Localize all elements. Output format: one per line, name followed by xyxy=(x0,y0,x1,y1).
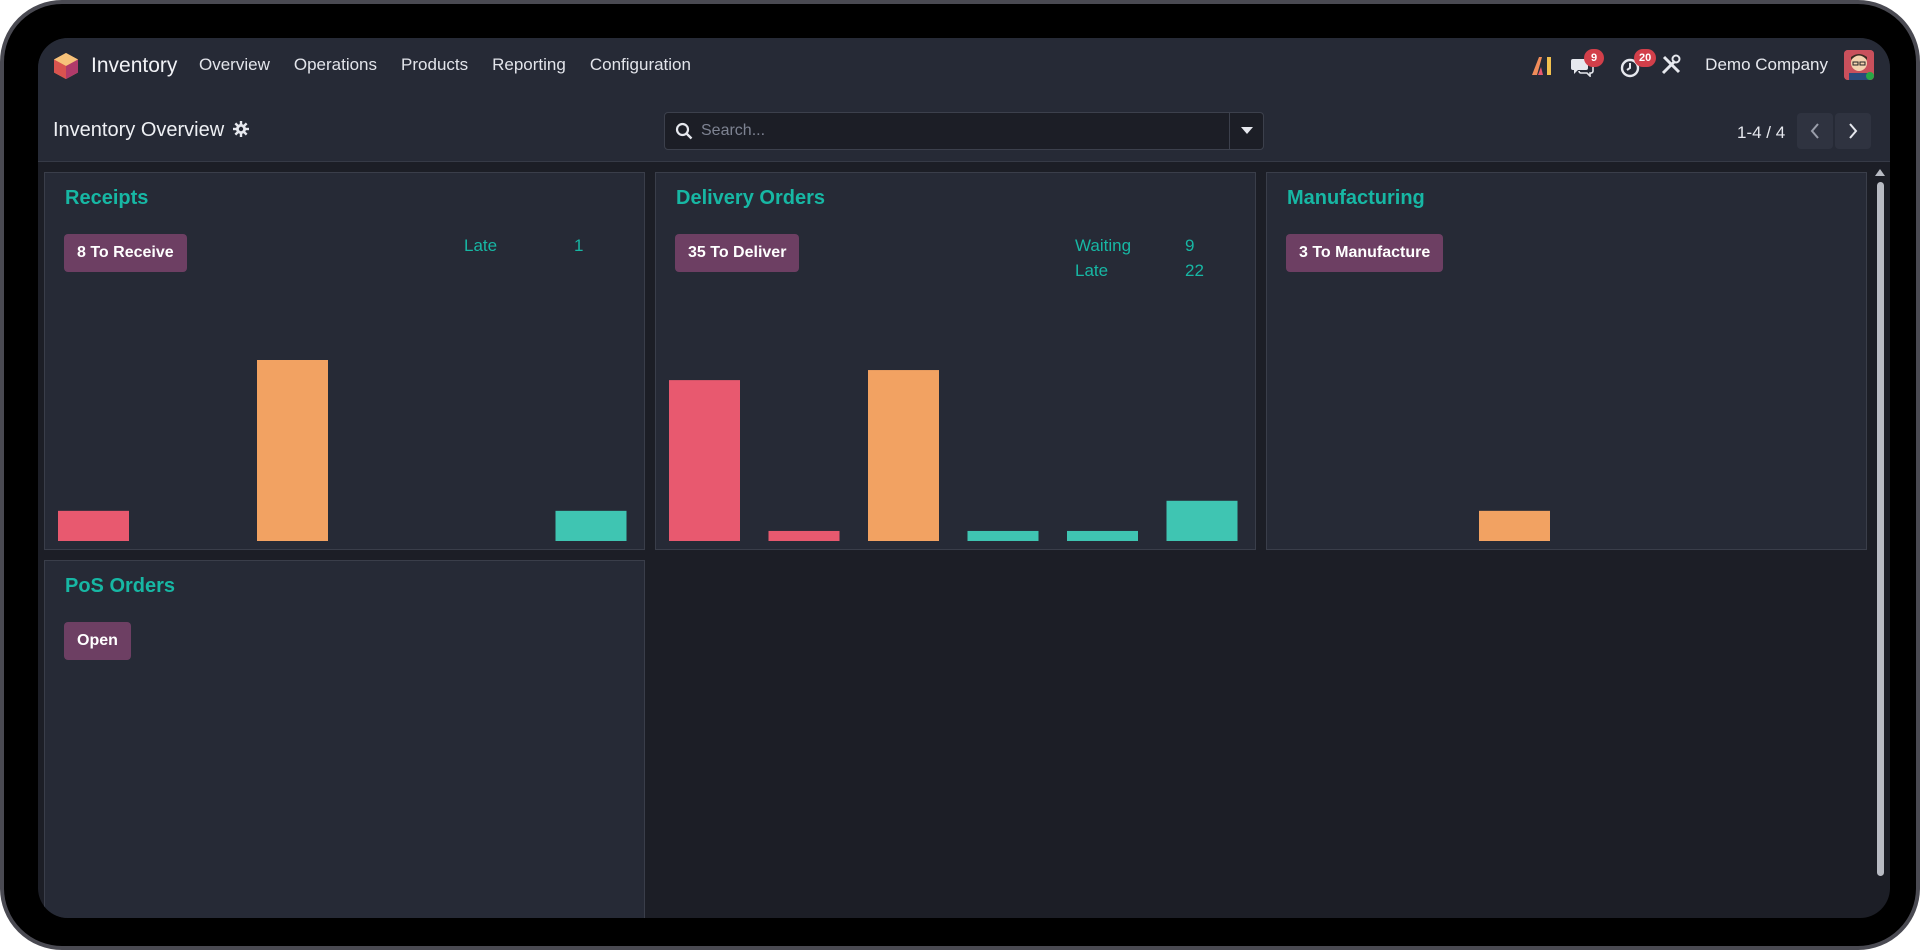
page-title: Inventory Overview xyxy=(53,119,225,141)
graph-bar[interactable] xyxy=(1479,510,1550,541)
activities-button[interactable]: 20 xyxy=(1620,49,1657,84)
graph-bar[interactable] xyxy=(768,530,840,541)
gear-icon[interactable] xyxy=(233,121,249,137)
scrollbar-thumb[interactable] xyxy=(1877,182,1884,876)
pager-previous-button[interactable] xyxy=(1797,113,1833,149)
graph-bar[interactable] xyxy=(555,510,627,541)
menu-reporting[interactable]: Reporting xyxy=(492,55,566,75)
top-menu: Overview Operations Products Reporting C… xyxy=(199,55,715,75)
manufacturing-graph[interactable] xyxy=(1267,173,1868,551)
card-title[interactable]: PoS Orders xyxy=(65,575,175,598)
open-session-button[interactable]: Open xyxy=(64,622,131,660)
activities-badge: 20 xyxy=(1634,49,1657,67)
pager-next-button[interactable] xyxy=(1835,113,1871,149)
main-navbar: Inventory Overview Operations Products R… xyxy=(38,38,1890,98)
card-delivery-orders[interactable]: Delivery Orders 35 To Deliver Waiting 9 … xyxy=(655,172,1256,550)
scrollbar[interactable] xyxy=(1874,166,1886,918)
pager-value[interactable]: 1-4 / 4 xyxy=(1737,123,1785,143)
caret-down-icon xyxy=(1240,127,1253,134)
card-receipts[interactable]: Receipts 8 To Receive Late 1 xyxy=(44,172,645,550)
inventory-app-icon[interactable] xyxy=(53,52,79,80)
app-name[interactable]: Inventory xyxy=(91,54,177,78)
messages-badge: 9 xyxy=(1584,49,1604,67)
chevron-left-icon xyxy=(1810,123,1819,139)
search-options-toggle[interactable] xyxy=(1229,113,1263,149)
menu-overview[interactable]: Overview xyxy=(199,55,270,75)
card-manufacturing[interactable]: Manufacturing 3 To Manufacture xyxy=(1266,172,1867,550)
delivery-graph[interactable] xyxy=(656,173,1257,551)
systray: 9 20 Demo Company xyxy=(1490,38,1890,98)
card-pos-orders[interactable]: PoS Orders Open xyxy=(44,560,645,918)
ai-icon[interactable] xyxy=(1532,56,1554,76)
graph-bar[interactable] xyxy=(1166,500,1238,541)
search-icon xyxy=(675,122,693,140)
receipts-graph[interactable] xyxy=(45,173,646,551)
avatar-image xyxy=(1844,50,1874,80)
graph-bar[interactable] xyxy=(1067,530,1138,541)
graph-bar[interactable] xyxy=(669,380,740,541)
graph-bar[interactable] xyxy=(58,510,129,541)
menu-products[interactable]: Products xyxy=(401,55,468,75)
menu-operations[interactable]: Operations xyxy=(294,55,377,75)
graph-bar[interactable] xyxy=(257,360,328,541)
graph-bar[interactable] xyxy=(868,370,939,541)
messages-button[interactable]: 9 xyxy=(1570,49,1604,82)
device-frame: Inventory Overview Operations Products R… xyxy=(0,0,1920,950)
graph-bar[interactable] xyxy=(967,530,1039,541)
tools-icon[interactable] xyxy=(1660,54,1682,76)
menu-configuration[interactable]: Configuration xyxy=(590,55,691,75)
company-switcher[interactable]: Demo Company xyxy=(1705,55,1828,75)
search-input[interactable] xyxy=(701,113,1221,149)
control-panel: Inventory Overview Search... 1-4 / 4 xyxy=(38,98,1890,162)
scroll-up-arrow[interactable] xyxy=(1874,168,1886,178)
user-avatar[interactable] xyxy=(1844,50,1874,80)
search-bar xyxy=(664,112,1264,150)
chevron-right-icon xyxy=(1849,123,1858,139)
app-screen: Inventory Overview Operations Products R… xyxy=(38,38,1890,918)
